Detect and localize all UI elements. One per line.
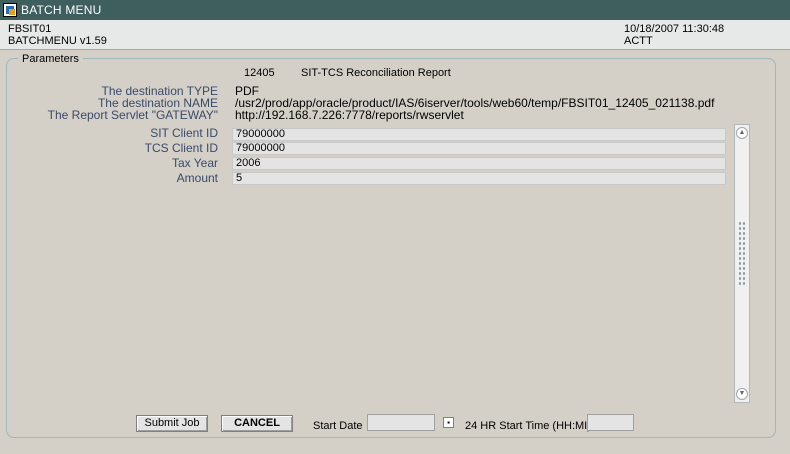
amount-label: Amount xyxy=(176,171,218,185)
start-time-input[interactable] xyxy=(587,414,634,431)
sit-client-id-field[interactable]: 79000000 xyxy=(232,128,726,141)
version-text: BATCHMENU v1.59 xyxy=(8,35,107,47)
scroll-grip-icon[interactable] xyxy=(738,221,746,287)
tax-year-label: Tax Year xyxy=(171,156,218,170)
window-titlebar: BATCH MENU xyxy=(0,0,790,20)
vertical-scrollbar[interactable]: ▲ ▼ xyxy=(734,124,750,403)
start-date-input[interactable] xyxy=(367,414,435,431)
scroll-down-icon[interactable]: ▼ xyxy=(736,388,748,400)
datetime-text: 10/18/2007 11:30:48 xyxy=(624,23,725,35)
start-time-label: 24 HR Start Time (HH:MI) xyxy=(465,420,591,432)
tcs-client-id-field[interactable]: 79000000 xyxy=(232,142,726,155)
amount-field[interactable]: 5 xyxy=(232,172,726,185)
db-name: FBSIT01 xyxy=(8,23,52,35)
scroll-up-icon[interactable]: ▲ xyxy=(736,127,748,139)
sit-client-id-label: SIT Client ID xyxy=(150,126,218,140)
calendar-icon[interactable]: ▪ xyxy=(443,417,454,428)
window-title: BATCH MENU xyxy=(21,3,102,17)
tax-year-field[interactable]: 2006 xyxy=(232,157,726,170)
start-date-label: Start Date xyxy=(313,420,363,432)
submit-job-button[interactable]: Submit Job xyxy=(136,415,208,432)
user-text: ACTT xyxy=(624,35,653,47)
gateway-label: The Report Servlet "GATEWAY" xyxy=(47,108,218,122)
gateway-value: http://192.168.7.226:7778/reports/rwserv… xyxy=(235,108,464,122)
parameters-legend: Parameters xyxy=(18,53,83,65)
report-name: SIT-TCS Reconciliation Report xyxy=(301,67,451,79)
cancel-button[interactable]: CANCEL xyxy=(221,415,293,432)
tcs-client-id-label: TCS Client ID xyxy=(144,141,218,155)
app-icon xyxy=(3,3,17,17)
report-id: 12405 xyxy=(244,67,275,79)
info-header: FBSIT01 BATCHMENU v1.59 10/18/2007 11:30… xyxy=(0,20,790,50)
